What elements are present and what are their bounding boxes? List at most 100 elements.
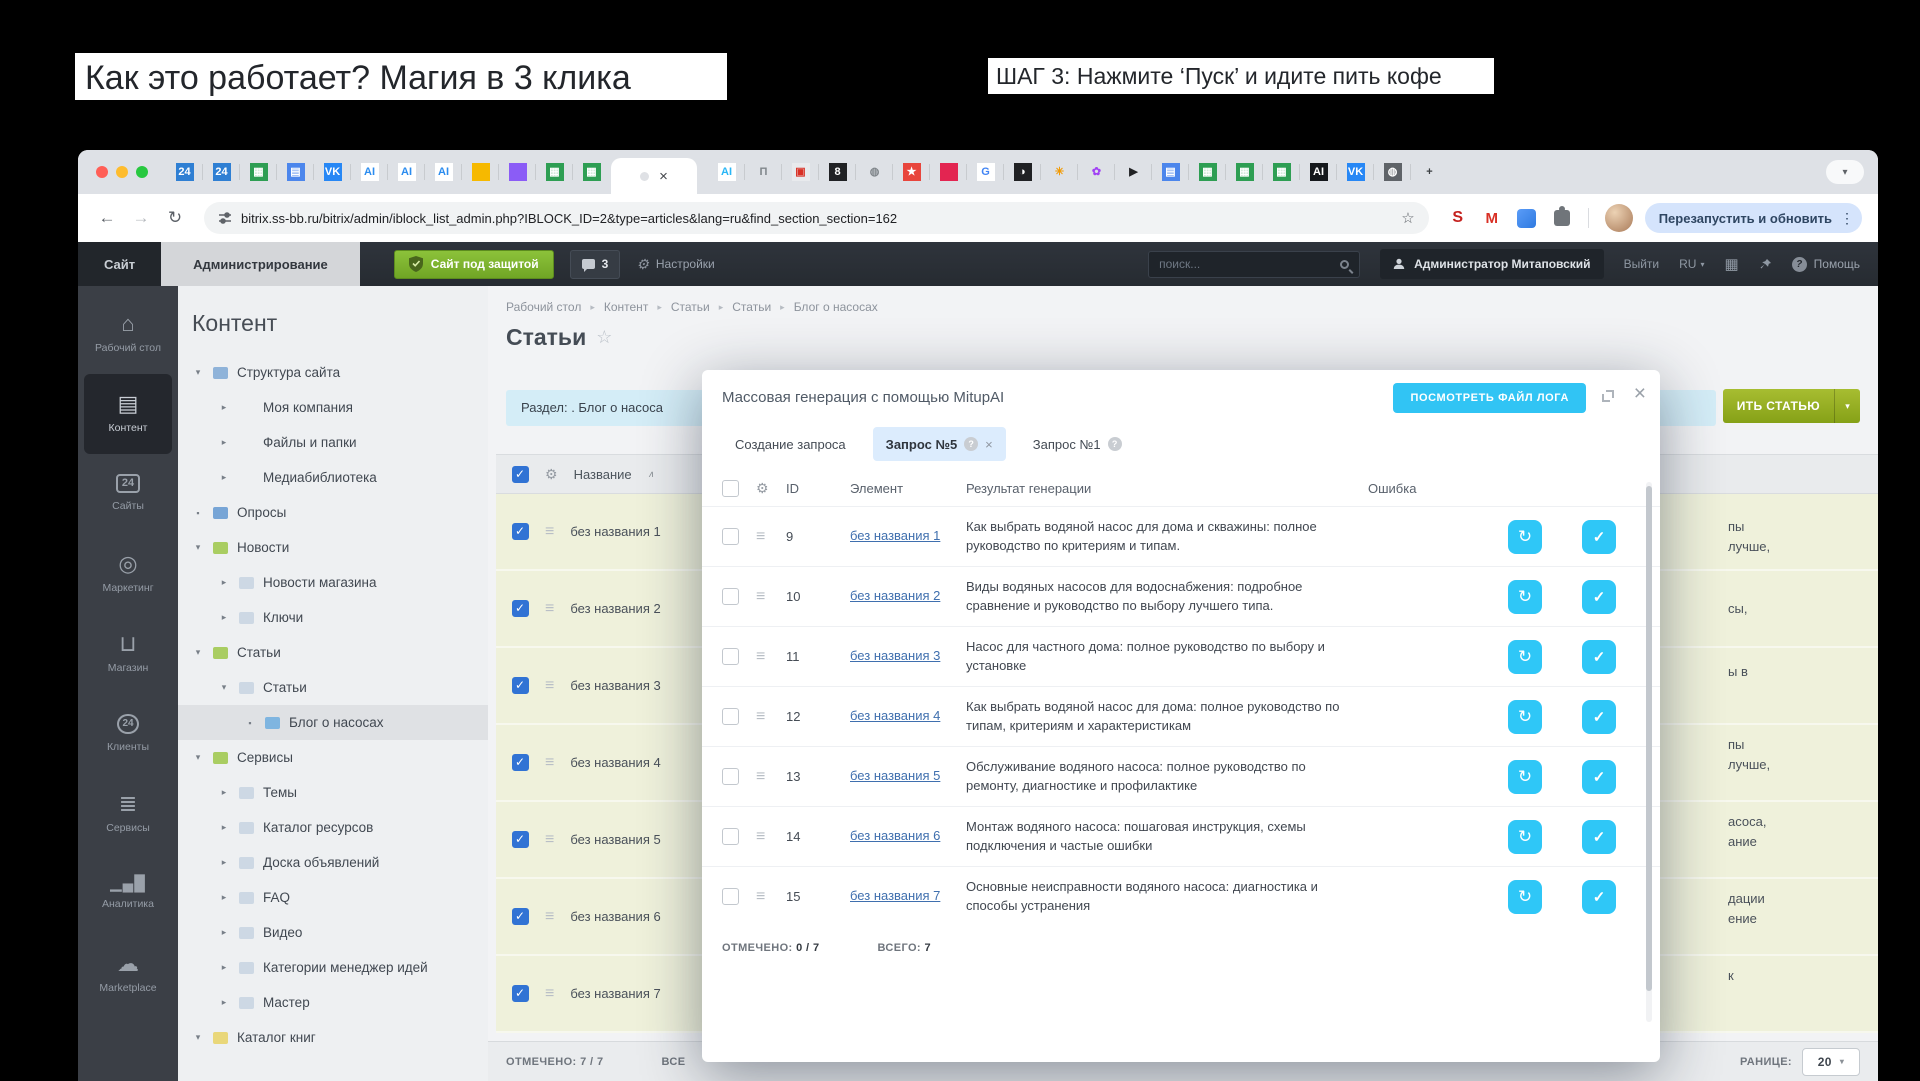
tree-expand-icon[interactable]: ▸ bbox=[218, 472, 230, 483]
tree-expand-icon[interactable]: ▾ bbox=[192, 1032, 204, 1043]
tree-expand-icon[interactable]: ▸ bbox=[218, 402, 230, 413]
tree-expand-icon[interactable]: ▪ bbox=[244, 718, 256, 728]
reload-button[interactable]: ↻ bbox=[162, 208, 188, 228]
tree-item[interactable]: ▸ Темы bbox=[178, 775, 488, 810]
forward-button[interactable]: → bbox=[128, 208, 154, 228]
regenerate-button[interactable]: ↻ bbox=[1508, 880, 1542, 914]
extensions-puzzle-icon[interactable] bbox=[1554, 210, 1570, 226]
help-button[interactable]: ? Помощь bbox=[1792, 257, 1860, 272]
breadcrumb-item[interactable]: Статьи bbox=[732, 300, 793, 314]
pinned-tab[interactable]: ✳ bbox=[1041, 150, 1078, 194]
tree-expand-icon[interactable]: ▸ bbox=[218, 997, 230, 1008]
tree-item[interactable]: ▸ Новости магазина bbox=[178, 565, 488, 600]
tree-item[interactable]: ▸ Каталог ресурсов bbox=[178, 810, 488, 845]
row-checkbox[interactable] bbox=[512, 831, 529, 848]
approve-button[interactable]: ✓ bbox=[1582, 700, 1616, 734]
drag-handle-icon[interactable]: ≡ bbox=[756, 828, 786, 846]
sidebar-item[interactable]: 24 Клиенты bbox=[78, 694, 178, 774]
regenerate-button[interactable]: ↻ bbox=[1508, 580, 1542, 614]
active-tab[interactable]: × bbox=[611, 158, 697, 194]
row-title[interactable]: без названия 5 bbox=[570, 832, 660, 847]
row-checkbox[interactable] bbox=[722, 888, 739, 905]
drag-handle-icon[interactable]: ≡ bbox=[545, 523, 554, 541]
window-close-button[interactable] bbox=[96, 166, 108, 178]
tree-item[interactable]: ▾ Каталог книг bbox=[178, 1020, 488, 1055]
current-user-button[interactable]: Администратор Митаповский bbox=[1380, 249, 1603, 279]
tree-item[interactable]: ▸ Медиабиблиотека bbox=[178, 460, 488, 495]
site-controls-icon[interactable] bbox=[218, 211, 232, 225]
element-link[interactable]: без названия 2 bbox=[850, 587, 944, 606]
tree-item[interactable]: ▸ Ключи bbox=[178, 600, 488, 635]
pin-icon[interactable] bbox=[1759, 258, 1772, 271]
pinned-tab[interactable]: + bbox=[1411, 150, 1448, 194]
notifications-button[interactable]: 3 bbox=[570, 250, 621, 279]
table-settings-gear-icon[interactable]: ⚙ bbox=[756, 480, 786, 497]
regenerate-button[interactable]: ↻ bbox=[1508, 520, 1542, 554]
approve-button[interactable]: ✓ bbox=[1582, 760, 1616, 794]
tree-expand-icon[interactable]: ▸ bbox=[218, 962, 230, 973]
tree-item[interactable]: ▪ Блог о насосах bbox=[178, 705, 488, 740]
row-checkbox[interactable] bbox=[722, 588, 739, 605]
sidebar-item[interactable]: ⊔ Магазин bbox=[78, 614, 178, 694]
tree-expand-icon[interactable]: ▾ bbox=[218, 682, 230, 693]
row-checkbox[interactable] bbox=[512, 754, 529, 771]
sidebar-item[interactable]: ◎ Маркетинг bbox=[78, 534, 178, 614]
breadcrumb-item[interactable]: Блог о насосах bbox=[794, 300, 878, 314]
element-link[interactable]: без названия 3 bbox=[850, 647, 944, 666]
site-protected-button[interactable]: Сайт под защитой bbox=[394, 250, 554, 279]
restart-update-button[interactable]: Перезапустить и обновить ⋮ bbox=[1645, 203, 1862, 233]
tree-expand-icon[interactable]: ▾ bbox=[192, 752, 204, 763]
tree-item[interactable]: ▾ Структура сайта bbox=[178, 355, 488, 390]
breadcrumb-item[interactable]: Рабочий стол bbox=[506, 300, 604, 314]
sidebar-item[interactable]: ▁▄█ Аналитика bbox=[78, 854, 178, 934]
tree-expand-icon[interactable]: ▸ bbox=[218, 927, 230, 938]
tree-item[interactable]: ▾ Сервисы bbox=[178, 740, 488, 775]
back-button[interactable]: ← bbox=[94, 208, 120, 228]
settings-button[interactable]: ⚙ Настройки bbox=[636, 256, 714, 273]
pinned-tab[interactable]: ▦ bbox=[1263, 150, 1300, 194]
grid-column-name[interactable]: Название bbox=[574, 467, 632, 482]
tree-expand-icon[interactable]: ▾ bbox=[192, 647, 204, 658]
row-title[interactable]: без названия 7 bbox=[570, 986, 660, 1001]
extension-blue-icon[interactable] bbox=[1517, 209, 1536, 228]
drag-handle-icon[interactable]: ≡ bbox=[545, 677, 554, 695]
pinned-tab[interactable]: VK bbox=[314, 150, 351, 194]
pinned-tab[interactable]: ▤ bbox=[277, 150, 314, 194]
pinned-tab[interactable]: ★ bbox=[893, 150, 930, 194]
tree-expand-icon[interactable]: ▸ bbox=[218, 787, 230, 798]
row-checkbox[interactable] bbox=[512, 600, 529, 617]
approve-button[interactable]: ✓ bbox=[1582, 580, 1616, 614]
bookmark-star-icon[interactable]: ☆ bbox=[1401, 209, 1414, 227]
pinned-tab[interactable]: G bbox=[967, 150, 1004, 194]
drag-handle-icon[interactable]: ≡ bbox=[756, 648, 786, 666]
expand-icon[interactable] bbox=[1602, 390, 1614, 402]
row-checkbox[interactable] bbox=[722, 708, 739, 725]
regenerate-button[interactable]: ↻ bbox=[1508, 760, 1542, 794]
close-icon[interactable]: × bbox=[1634, 383, 1646, 404]
tree-item[interactable]: ▸ Файлы и папки bbox=[178, 425, 488, 460]
drag-handle-icon[interactable]: ≡ bbox=[756, 888, 786, 906]
pinned-tab[interactable]: Π bbox=[745, 150, 782, 194]
row-title[interactable]: без названия 4 bbox=[570, 755, 660, 770]
row-title[interactable]: без названия 6 bbox=[570, 909, 660, 924]
drag-handle-icon[interactable]: ≡ bbox=[545, 754, 554, 772]
favorite-star-icon[interactable]: ☆ bbox=[596, 327, 612, 348]
drag-handle-icon[interactable]: ≡ bbox=[545, 908, 554, 926]
add-article-dropdown-icon[interactable]: ▾ bbox=[1834, 389, 1860, 423]
tree-item[interactable]: ▪ Опросы bbox=[178, 495, 488, 530]
drag-handle-icon[interactable]: ≡ bbox=[545, 600, 554, 618]
tab-list-chevron-icon[interactable]: ▾ bbox=[1826, 160, 1864, 184]
row-checkbox[interactable] bbox=[512, 985, 529, 1002]
pinned-tab[interactable] bbox=[930, 150, 967, 194]
browser-menu-icon[interactable]: ⋮ bbox=[1840, 210, 1854, 227]
sidebar-item[interactable]: ☁ Marketplace bbox=[78, 934, 178, 1014]
pinned-tab[interactable]: 8 bbox=[819, 150, 856, 194]
element-link[interactable]: без названия 7 bbox=[850, 887, 944, 906]
tree-expand-icon[interactable]: ▸ bbox=[218, 437, 230, 448]
tab-site[interactable]: Сайт bbox=[78, 242, 161, 286]
pinned-tab[interactable]: ✿ bbox=[1078, 150, 1115, 194]
element-link[interactable]: без названия 5 bbox=[850, 767, 944, 786]
element-link[interactable]: без названия 6 bbox=[850, 827, 944, 846]
pinned-tab[interactable]: AI bbox=[1300, 150, 1337, 194]
modal-tab[interactable]: Создание запроса bbox=[722, 427, 859, 461]
